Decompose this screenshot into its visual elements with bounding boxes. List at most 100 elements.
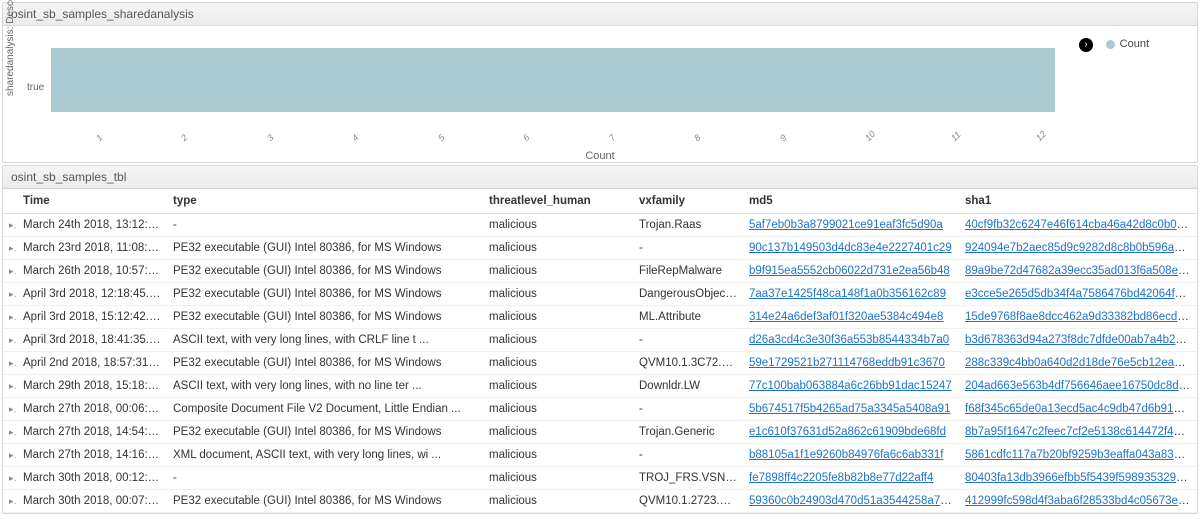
cell-md5: 7aa37e1425f48ca148f1a0b356162c89 <box>743 283 959 306</box>
cell-vxfamily: QVM10.1.2723.Malware <box>633 490 743 513</box>
cell-sha1: 40cf9fb32c6247e46f614cba46a42d8c0b09f0d5 <box>959 214 1197 237</box>
cell-type: ASCII text, with very long lines, with n… <box>167 375 483 398</box>
cell-sha1: 89a9be72d47682a39ecc35ad013f6a508ea6f57b <box>959 260 1197 283</box>
x-tick: 7 <box>607 132 618 143</box>
sha1-link[interactable]: 5861cdfc117a7b20bf9259b3eaffa043a83539de <box>965 449 1197 461</box>
x-tick: 8 <box>692 132 703 143</box>
table-row: ▸April 3rd 2018, 18:41:35.000ASCII text,… <box>3 329 1197 352</box>
expand-row-icon[interactable]: ▸ <box>3 237 17 260</box>
cell-md5: d26a3cd4c3e30f36a553b8544334b7a0 <box>743 329 959 352</box>
md5-link[interactable]: d26a3cd4c3e30f36a553b8544334b7a0 <box>749 334 949 346</box>
md5-link[interactable]: e1c610f37631d52a862c61909bde68fd <box>749 426 946 438</box>
col-time[interactable]: Time <box>17 189 167 214</box>
sha1-link[interactable]: 8b7a95f1647c2feec7cf2e5138c614472f4aff7c <box>965 426 1197 438</box>
cell-time: March 26th 2018, 10:57:42.000 <box>17 260 167 283</box>
sha1-link[interactable]: 412999fc598d4f3aba6f28533bd4c05673eb5b98 <box>965 495 1197 507</box>
md5-link[interactable]: 59360c0b24903d470d51a3544258a763 <box>749 495 953 507</box>
expand-row-icon[interactable]: ▸ <box>3 398 17 421</box>
table-row: ▸March 24th 2018, 13:12:09.000-malicious… <box>3 214 1197 237</box>
chart-next-icon[interactable]: › <box>1079 38 1093 52</box>
expand-row-icon[interactable]: ▸ <box>3 467 17 490</box>
table-row: ▸March 23rd 2018, 11:08:46.000PE32 execu… <box>3 237 1197 260</box>
sha1-link[interactable]: 15de9768f8ae8dcc462a9d33382bd86ecd5925ac <box>965 311 1197 323</box>
md5-link[interactable]: b9f915ea5552cb06022d731e2ea56b48 <box>749 265 950 277</box>
sha1-link[interactable]: 288c339c4bb0a640d2d18de76e5cb12ea6fd8818 <box>965 357 1197 369</box>
cell-threat: malicious <box>483 260 633 283</box>
expand-row-icon[interactable]: ▸ <box>3 352 17 375</box>
cell-time: March 30th 2018, 00:12:38.000 <box>17 467 167 490</box>
md5-link[interactable]: b88105a1f1e9260b84976fa6c6ab331f <box>749 449 943 461</box>
legend-label: Count <box>1120 38 1149 50</box>
y-axis-tick: true <box>27 82 44 93</box>
expand-row-icon[interactable]: ▸ <box>3 283 17 306</box>
col-md5[interactable]: md5 <box>743 189 959 214</box>
cell-type: PE32 executable (GUI) Intel 80386, for M… <box>167 260 483 283</box>
md5-link[interactable]: 314e24a6def3af01f320ae5384c494e8 <box>749 311 943 323</box>
cell-sha1: 288c339c4bb0a640d2d18de76e5cb12ea6fd8818 <box>959 352 1197 375</box>
cell-vxfamily: - <box>633 237 743 260</box>
table-panel-title[interactable]: osint_sb_samples_tbl <box>3 166 1197 189</box>
col-threat[interactable]: threatlevel_human <box>483 189 633 214</box>
md5-link[interactable]: 90c137b149503d4dc83e4e2227401c29 <box>749 242 952 254</box>
chart-legend[interactable]: Count <box>1106 38 1149 50</box>
md5-link[interactable]: 77c100bab063884a6c26bb91dac15247 <box>749 380 952 392</box>
cell-vxfamily: Trojan.Raas <box>633 214 743 237</box>
sha1-link[interactable]: b3d678363d94a273f8dc7dfde00ab7a4b26496ba <box>965 334 1197 346</box>
cell-time: April 3rd 2018, 18:41:35.000 <box>17 329 167 352</box>
y-axis-label: sharedanalysis: Descenc <box>5 0 16 96</box>
table-row: ▸April 3rd 2018, 15:12:42.000PE32 execut… <box>3 306 1197 329</box>
cell-md5: 5af7eb0b3a8799021ce91eaf3fc5d90a <box>743 214 959 237</box>
cell-threat: malicious <box>483 283 633 306</box>
cell-vxfamily: ML.Attribute <box>633 306 743 329</box>
cell-threat: malicious <box>483 375 633 398</box>
table-row: ▸March 27th 2018, 00:06:40.000Composite … <box>3 398 1197 421</box>
sha1-link[interactable]: 89a9be72d47682a39ecc35ad013f6a508ea6f57b <box>965 265 1197 277</box>
x-tick: 3 <box>265 132 276 143</box>
table-row: ▸March 26th 2018, 10:57:42.000PE32 execu… <box>3 260 1197 283</box>
cell-md5: 5b674517f5b4265ad75a3345a5408a91 <box>743 398 959 421</box>
col-sha1[interactable]: sha1 <box>959 189 1197 214</box>
md5-link[interactable]: 7aa37e1425f48ca148f1a0b356162c89 <box>749 288 946 300</box>
expand-row-icon[interactable]: ▸ <box>3 421 17 444</box>
md5-link[interactable]: 5b674517f5b4265ad75a3345a5408a91 <box>749 403 950 415</box>
table-row: ▸April 2nd 2018, 18:57:31.000PE32 execut… <box>3 352 1197 375</box>
col-vx[interactable]: vxfamily <box>633 189 743 214</box>
sha1-link[interactable]: 204ad663e563b4df756646aee16750dc8d02c073 <box>965 380 1197 392</box>
cell-type: XML document, ASCII text, with very long… <box>167 444 483 467</box>
sha1-link[interactable]: 40cf9fb32c6247e46f614cba46a42d8c0b09f0d5 <box>965 219 1197 231</box>
x-axis-label: Count <box>585 150 614 162</box>
x-tick: 5 <box>436 132 447 143</box>
chart-panel-title[interactable]: osint_sb_samples_sharedanalysis <box>3 3 1197 26</box>
md5-link[interactable]: 5af7eb0b3a8799021ce91eaf3fc5d90a <box>749 219 943 231</box>
table-row: ▸April 3rd 2018, 12:18:45.000PE32 execut… <box>3 283 1197 306</box>
x-tick: 9 <box>778 132 789 143</box>
expand-row-icon[interactable]: ▸ <box>3 329 17 352</box>
cell-md5: 59e1729521b271114768eddb91c3670 <box>743 352 959 375</box>
sha1-link[interactable]: e3cce5e265d5db34f4a7586476bd42064f47484e <box>965 288 1197 300</box>
sha1-link[interactable]: 80403fa13db3966efbb5f5439f59893532911e83 <box>965 472 1197 484</box>
cell-threat: malicious <box>483 237 633 260</box>
bar-true[interactable] <box>51 48 1055 112</box>
expand-row-icon[interactable]: ▸ <box>3 375 17 398</box>
expand-row-icon[interactable]: ▸ <box>3 214 17 237</box>
cell-md5: 90c137b149503d4dc83e4e2227401c29 <box>743 237 959 260</box>
sha1-link[interactable]: f68f345c65de0a13ecd5ac4c9db47d6b91d93602 <box>965 403 1197 415</box>
cell-time: March 29th 2018, 15:18:29.000 <box>17 375 167 398</box>
cell-vxfamily: - <box>633 398 743 421</box>
cell-time: April 3rd 2018, 15:12:42.000 <box>17 306 167 329</box>
expand-row-icon[interactable]: ▸ <box>3 306 17 329</box>
cell-vxfamily: Downldr.LW <box>633 375 743 398</box>
md5-link[interactable]: fe7898ff4c2205fe8b82b8e77d22aff4 <box>749 472 933 484</box>
expand-row-icon[interactable]: ▸ <box>3 260 17 283</box>
col-type[interactable]: type <box>167 189 483 214</box>
expand-row-icon[interactable]: ▸ <box>3 444 17 467</box>
cell-type: PE32 executable (GUI) Intel 80386, for M… <box>167 421 483 444</box>
plot-area <box>51 38 1077 122</box>
expand-row-icon[interactable]: ▸ <box>3 490 17 513</box>
md5-link[interactable]: 59e1729521b271114768eddb91c3670 <box>749 357 945 369</box>
cell-threat: malicious <box>483 306 633 329</box>
x-ticks: 123456789101112 <box>51 128 1077 146</box>
cell-sha1: b3d678363d94a273f8dc7dfde00ab7a4b26496ba <box>959 329 1197 352</box>
cell-time: March 27th 2018, 14:54:02.000 <box>17 421 167 444</box>
sha1-link[interactable]: 924094e7b2aec85d9c9282d8c8b0b596a24695bb <box>965 242 1197 254</box>
